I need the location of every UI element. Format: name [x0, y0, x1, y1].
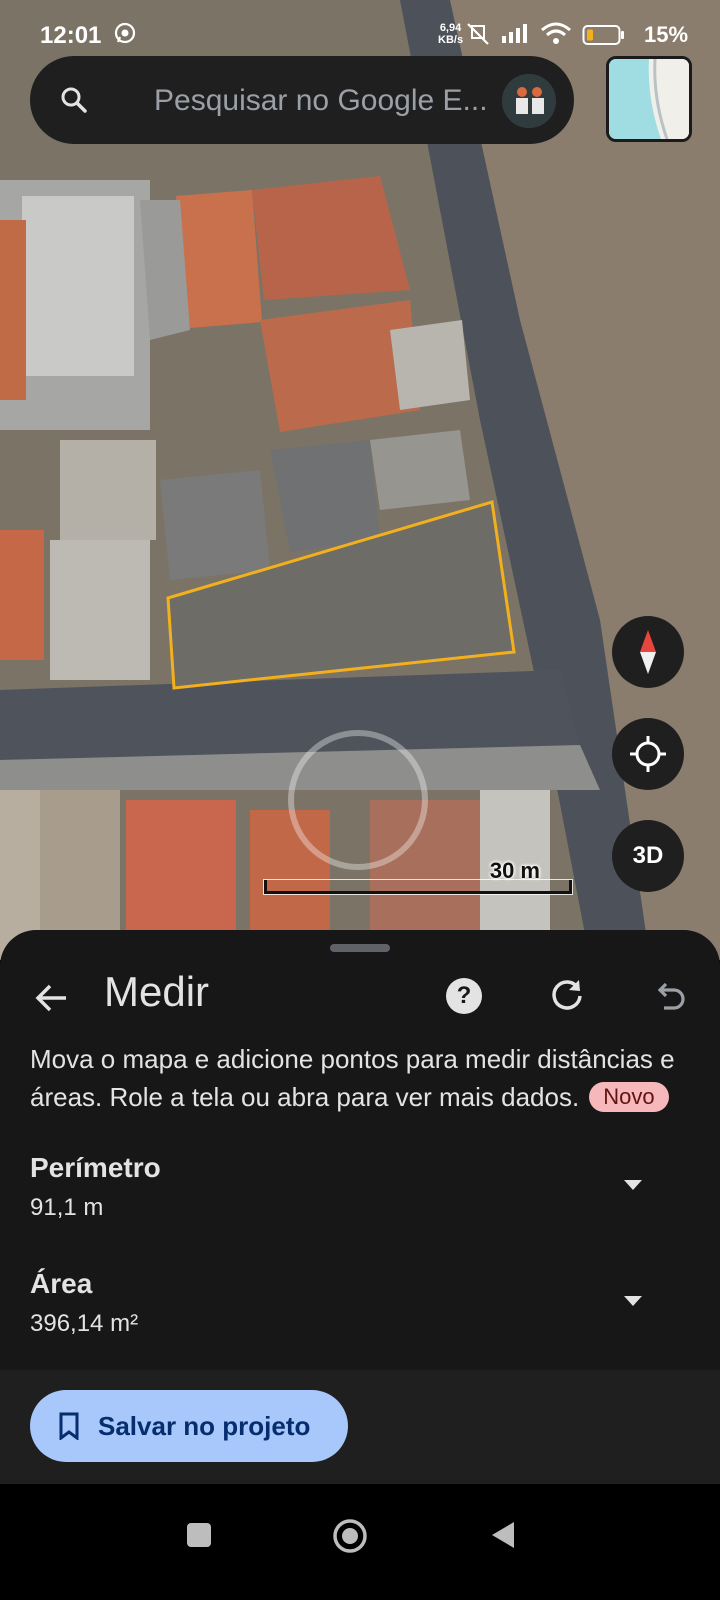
map-layer-button[interactable] [606, 56, 692, 142]
search-bar[interactable]: Pesquisar no Google E... [30, 56, 574, 144]
account-avatar[interactable] [502, 74, 556, 128]
home-icon[interactable] [332, 1518, 368, 1559]
refresh-icon[interactable] [548, 976, 586, 1019]
area-label: Área [30, 1268, 93, 1299]
undo-icon[interactable] [650, 976, 688, 1019]
perimeter-label: Perímetro [30, 1152, 161, 1183]
sheet-title: Medir [104, 968, 210, 1015]
back-arrow-icon[interactable] [32, 978, 72, 1018]
scale-bar [264, 880, 572, 894]
mute-icon [464, 22, 492, 51]
new-badge: Novo [589, 1082, 669, 1112]
search-icon[interactable] [58, 84, 90, 121]
sheet-description: Mova o mapa e adicione pontos para medir… [30, 1040, 690, 1116]
save-action-bar: Salvar no projeto [0, 1370, 720, 1484]
battery-percent: 15% [644, 22, 689, 47]
save-to-project-button[interactable]: Salvar no projeto [30, 1390, 348, 1462]
battery-icon [582, 24, 626, 51]
speed-value: 6,94 [439, 22, 462, 34]
recents-icon[interactable] [186, 1522, 212, 1553]
perimeter-value: 91,1 m [30, 1194, 104, 1221]
perimeter-row[interactable]: Perímetro 91,1 m [30, 1152, 690, 1252]
area-row[interactable]: Área 396,14 m² [30, 1268, 690, 1368]
my-location-icon [630, 736, 666, 772]
sheet-drag-handle[interactable] [330, 944, 390, 952]
back-nav-icon[interactable] [490, 1520, 516, 1555]
search-input[interactable]: Pesquisar no Google E... [154, 84, 488, 118]
system-navigation-bar [0, 1484, 720, 1600]
network-speed: 6,94 KB/s [438, 22, 463, 46]
my-location-button[interactable] [612, 718, 684, 790]
save-button-label: Salvar no projeto [98, 1410, 311, 1441]
status-time: 12:01 [40, 22, 102, 49]
compass-icon [640, 630, 656, 674]
perimeter-dropdown-icon[interactable] [624, 1180, 642, 1190]
view-3d-button[interactable]: 3D [612, 820, 684, 892]
help-icon[interactable]: ? [446, 978, 482, 1014]
signal-icon [500, 22, 534, 49]
wifi-icon [540, 22, 572, 51]
whatsapp-icon [114, 22, 136, 49]
compass-button[interactable] [612, 616, 684, 688]
speed-unit: KB/s [438, 34, 464, 46]
area-dropdown-icon[interactable] [624, 1296, 642, 1306]
area-value: 396,14 m² [30, 1310, 139, 1337]
satellite-map[interactable]: 12:01 6,94 KB/s 15% Pesquisar no Google … [0, 0, 720, 960]
description-text: Mova o mapa e adicione pontos para medir… [30, 1044, 675, 1112]
map-scale: 30 m [264, 858, 572, 898]
bookmark-icon [59, 1412, 79, 1440]
imagery-watermark [288, 730, 428, 870]
